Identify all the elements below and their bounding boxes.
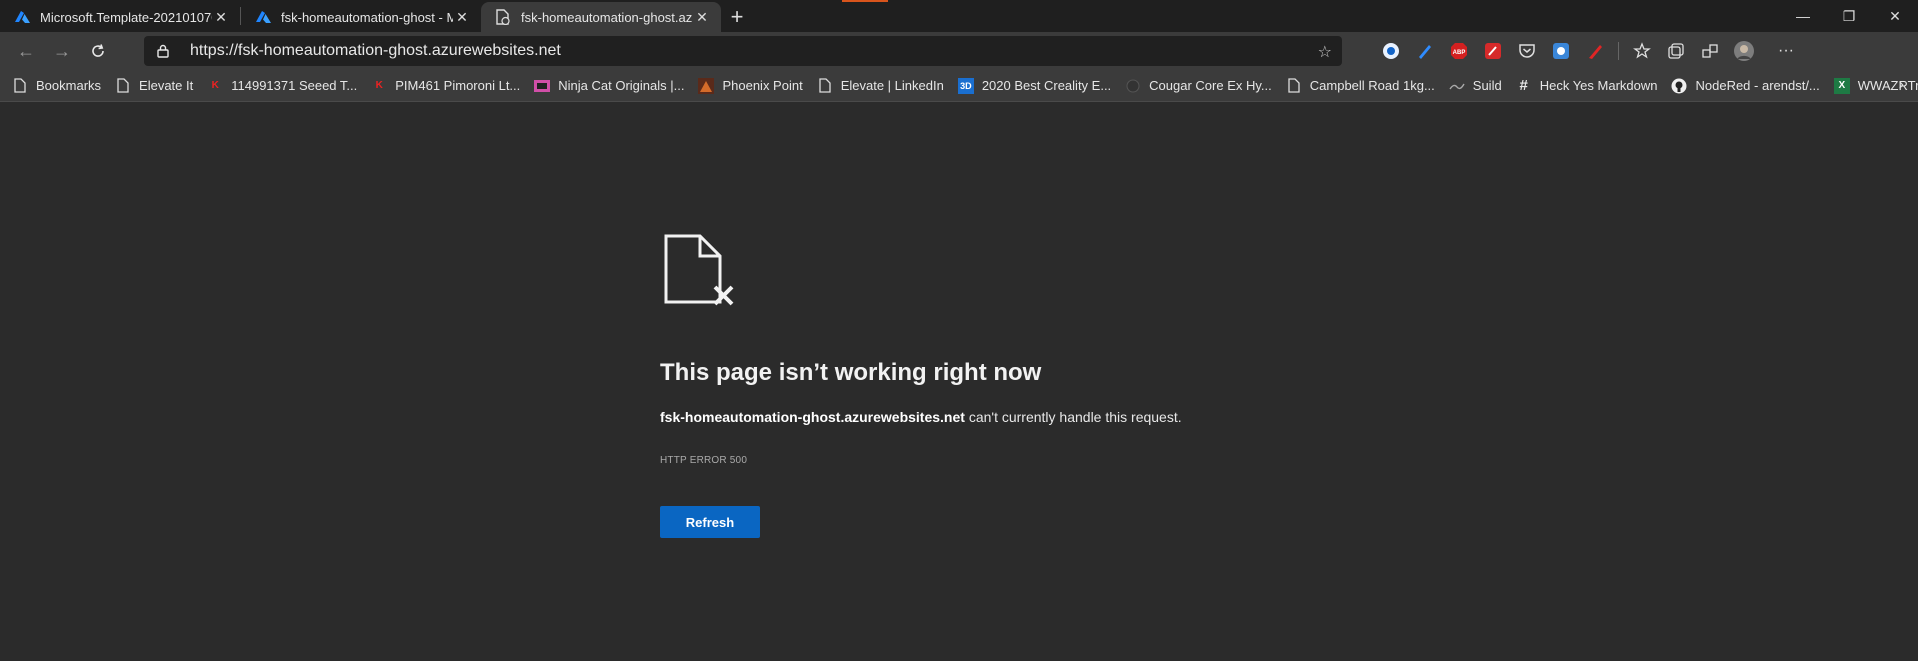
bookmark-item[interactable]: NodeRed - arendst/...: [1671, 78, 1820, 94]
bookmark-item[interactable]: 3D 2020 Best Creality E...: [957, 77, 1112, 94]
refresh-button[interactable]: Refresh: [660, 506, 760, 538]
extensions-area: ABP ···: [1374, 36, 1803, 66]
tab-3-active[interactable]: fsk-homeautomation-ghost.azurew ✕: [481, 2, 721, 32]
k-logo-icon: K: [211, 80, 219, 91]
lock-icon: [157, 44, 169, 58]
more-options-icon[interactable]: ···: [1769, 36, 1803, 66]
phoenix-icon: [698, 77, 715, 94]
collections-icon[interactable]: [1659, 36, 1693, 66]
azure-icon: [14, 9, 30, 25]
bookmark-label: Ninja Cat Originals |...: [558, 78, 685, 93]
tab-2[interactable]: fsk-homeautomation-ghost - Micr ✕: [241, 2, 481, 32]
page-icon: [115, 78, 131, 94]
bookmark-label: WWAZRTriage.xlsx: [1857, 78, 1918, 93]
tab-title: Microsoft.Template-20210107062: [40, 9, 212, 25]
toolbar-divider: [1618, 42, 1619, 60]
error-page: This page isn’t working right now fsk-ho…: [660, 232, 1460, 538]
bookmark-item[interactable]: Suild: [1449, 78, 1502, 94]
close-tab-icon[interactable]: ✕: [212, 8, 230, 26]
bookmark-item[interactable]: Cougar Core Ex Hy...: [1125, 78, 1272, 94]
tab-title: fsk-homeautomation-ghost.azurew: [521, 9, 693, 25]
ninja-cat-icon: [534, 78, 551, 94]
excel-icon: X: [1833, 77, 1850, 94]
3d-icon: 3D: [957, 77, 974, 94]
address-bar[interactable]: https://fsk-homeautomation-ghost.azurewe…: [144, 36, 1342, 66]
error-heading: This page isn’t working right now: [660, 359, 1042, 386]
restore-icon[interactable]: ❐: [1826, 0, 1872, 32]
url-text: https://fsk-homeautomation-ghost.azurewe…: [190, 42, 561, 59]
bookmark-label: PIM461 Pimoroni Lt...: [395, 78, 521, 93]
bookmark-label: Suild: [1472, 78, 1502, 93]
extension-keeper-icon[interactable]: [1374, 36, 1408, 66]
bookmark-label: NodeRed - arendst/...: [1695, 78, 1820, 93]
bookmark-item[interactable]: Phoenix Point: [698, 77, 803, 94]
pocket-icon[interactable]: [1510, 36, 1544, 66]
bookmark-item[interactable]: X WWAZRTriage.xlsx: [1833, 77, 1918, 94]
adblock-plus-icon[interactable]: ABP: [1442, 36, 1476, 66]
close-tab-icon[interactable]: ✕: [453, 8, 471, 26]
add-favorite-icon[interactable]: ☆: [1318, 42, 1332, 62]
bookmark-item[interactable]: Elevate It: [115, 78, 193, 94]
extension-puzzle-icon[interactable]: [1544, 36, 1578, 66]
bookmark-label: Bookmarks: [36, 78, 102, 93]
bookmark-label: Heck Yes Markdown: [1539, 78, 1658, 93]
broken-page-icon: [664, 234, 734, 306]
error-host: fsk-homeautomation-ghost.azurewebsites.n…: [660, 409, 965, 425]
squiggle-icon: [1449, 78, 1465, 94]
azure-icon: [255, 9, 271, 25]
bookmark-label: 114991371 Seeed T...: [231, 78, 358, 93]
bookmark-item[interactable]: # Heck Yes Markdown: [1516, 77, 1658, 94]
error-message-text: can't currently handle this request.: [964, 409, 1182, 425]
cougar-icon: [1125, 78, 1141, 94]
error-message: fsk-homeautomation-ghost.azurewebsites.n…: [660, 409, 1460, 425]
tab-1[interactable]: Microsoft.Template-20210107062 ✕: [0, 2, 240, 32]
bookmark-label: Phoenix Point: [722, 78, 803, 93]
github-icon: [1671, 78, 1687, 94]
profile-avatar[interactable]: [1727, 36, 1761, 66]
bookmark-label: Cougar Core Ex Hy...: [1149, 78, 1272, 93]
browser-toolbar: ← → https://fsk-homeautomation-ghost.azu…: [0, 32, 1918, 70]
minimize-icon[interactable]: —: [1780, 0, 1826, 32]
close-tab-icon[interactable]: ✕: [693, 8, 711, 26]
window-controls: — ❐ ✕: [1780, 0, 1918, 32]
bookmark-label: Elevate It: [139, 78, 194, 93]
page-icon: [817, 78, 833, 94]
page-icon: [12, 78, 28, 94]
error-code: HTTP ERROR 500: [660, 455, 748, 466]
bookmark-item[interactable]: Elevate | LinkedIn: [817, 78, 944, 94]
chevron-right-icon[interactable]: ›: [1899, 76, 1904, 94]
tab-strip: Microsoft.Template-20210107062 ✕ fsk-hom…: [0, 0, 1918, 32]
hash-icon: #: [1519, 77, 1528, 94]
error-page-icon: [495, 9, 511, 25]
bookmark-item[interactable]: Bookmarks: [12, 78, 101, 94]
svg-text:ABP: ABP: [1453, 50, 1466, 56]
tab-title: fsk-homeautomation-ghost - Micr: [281, 9, 453, 25]
k-logo-icon: K: [375, 80, 383, 91]
page-icon: [1286, 78, 1302, 94]
bookmark-item[interactable]: Ninja Cat Originals |...: [534, 78, 684, 94]
bookmark-item[interactable]: K 114991371 Seeed T...: [207, 78, 358, 94]
close-window-icon[interactable]: ✕: [1872, 0, 1918, 32]
bookmark-item[interactable]: Campbell Road 1kg...: [1286, 78, 1435, 94]
extension-pen-icon[interactable]: [1408, 36, 1442, 66]
bookmarks-bar: Bookmarks Elevate It K 114991371 Seeed T.…: [0, 70, 1918, 102]
bookmark-item[interactable]: K PIM461 Pimoroni Lt...: [371, 78, 521, 94]
extension-red-icon[interactable]: [1476, 36, 1510, 66]
new-tab-button[interactable]: +: [721, 2, 753, 32]
extension-marker-icon[interactable]: [1578, 36, 1612, 66]
bookmark-label: 2020 Best Creality E...: [981, 78, 1112, 93]
bookmark-label: Elevate | LinkedIn: [840, 78, 944, 93]
tab-indicator: [842, 0, 888, 2]
favorites-icon[interactable]: [1625, 36, 1659, 66]
forward-button[interactable]: →: [44, 35, 80, 67]
extensions-icon[interactable]: [1693, 36, 1727, 66]
bookmark-label: Campbell Road 1kg...: [1309, 78, 1435, 93]
back-button[interactable]: ←: [8, 35, 44, 67]
reload-icon: [92, 44, 104, 57]
reload-button[interactable]: [80, 35, 116, 67]
